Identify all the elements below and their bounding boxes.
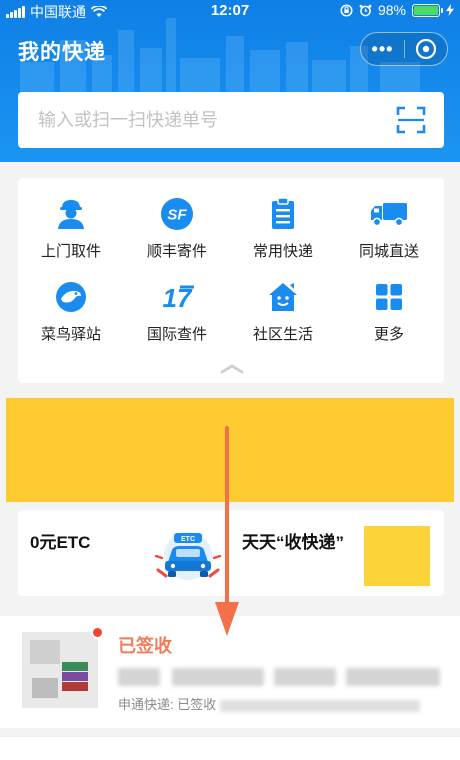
service-sf-express[interactable]: SF 顺丰寄件 bbox=[124, 196, 230, 261]
tracking-number-input[interactable] bbox=[38, 109, 368, 131]
service-label: 顺丰寄件 bbox=[146, 243, 207, 260]
mini-program-capsule: ••• bbox=[360, 32, 448, 66]
service-label: 菜鸟驿站 bbox=[40, 326, 101, 343]
battery-icon bbox=[412, 3, 443, 17]
service-international[interactable]: 17 国际查件 bbox=[124, 279, 230, 344]
blurred-package-title bbox=[172, 668, 264, 686]
scan-icon[interactable] bbox=[396, 106, 426, 134]
service-same-city[interactable]: 同城直送 bbox=[336, 196, 442, 261]
package-detail-text: 申通快递: 已签收 bbox=[118, 697, 217, 712]
status-bar: 中国联通 12:07 98% bbox=[0, 0, 460, 22]
service-more[interactable]: 更多 bbox=[336, 279, 442, 344]
blurred-package-title bbox=[274, 668, 336, 686]
service-community[interactable]: 社区生活 bbox=[230, 279, 336, 344]
cainiao-bird-icon bbox=[56, 282, 86, 312]
service-pickup[interactable]: 上门取件 bbox=[18, 196, 124, 261]
more-dots-icon[interactable]: ••• bbox=[361, 40, 404, 58]
svg-text:SF: SF bbox=[167, 207, 187, 224]
collapse-chevron-icon[interactable] bbox=[220, 364, 244, 374]
battery-percent: 98% bbox=[377, 2, 406, 18]
tracking-search-bar bbox=[18, 92, 444, 148]
services-grid: 上门取件 SF 顺丰寄件 常用快递 同城直送 菜鸟驿站 17 国际查件 社区生活… bbox=[18, 178, 444, 383]
service-label: 社区生活 bbox=[252, 326, 313, 343]
blurred-detail bbox=[220, 699, 421, 712]
unread-badge bbox=[91, 626, 104, 639]
clipboard-icon bbox=[272, 198, 294, 229]
delivery-truck-icon bbox=[371, 203, 407, 227]
blurred-package-title bbox=[346, 668, 440, 686]
tiantian-promo-label[interactable]: 天天“收快递” bbox=[242, 528, 344, 553]
service-label: 国际查件 bbox=[146, 326, 207, 343]
service-label: 同城直送 bbox=[358, 243, 419, 260]
service-label: 常用快递 bbox=[252, 243, 313, 260]
tiantian-promo-image[interactable] bbox=[364, 526, 430, 586]
courier-person-icon bbox=[58, 200, 84, 229]
list-bottom-divider bbox=[0, 736, 460, 760]
service-label: 更多 bbox=[373, 326, 404, 343]
community-house-icon bbox=[269, 283, 297, 311]
etc-promo-label[interactable]: 0元ETC bbox=[30, 528, 90, 553]
sf-logo-icon: SF bbox=[161, 198, 193, 230]
package-thumbnail bbox=[22, 632, 98, 708]
package-status: 已签收 bbox=[118, 636, 172, 656]
close-mini-program-button[interactable] bbox=[405, 38, 447, 60]
alarm-icon bbox=[359, 4, 372, 16]
page-title: 我的快递 bbox=[18, 41, 106, 64]
charging-bolt-icon bbox=[446, 4, 454, 16]
blurred-package-title bbox=[118, 668, 160, 686]
orientation-lock-icon bbox=[340, 3, 353, 17]
service-common-express[interactable]: 常用快递 bbox=[230, 196, 336, 261]
target-close-icon bbox=[415, 38, 437, 60]
17-track-icon: 17 bbox=[163, 283, 194, 311]
service-cainiao-station[interactable]: 菜鸟驿站 bbox=[18, 279, 124, 344]
service-label: 上门取件 bbox=[40, 243, 101, 260]
grid-more-icon bbox=[376, 284, 402, 310]
svg-text:ETC: ETC bbox=[181, 536, 195, 543]
annotation-arrow-down bbox=[215, 426, 239, 636]
header: 中国联通 12:07 98% 我的快递 ••• 输入或扫一扫快递单号 bbox=[0, 0, 460, 162]
package-detail: 申通快递: 已签收 bbox=[118, 694, 421, 713]
